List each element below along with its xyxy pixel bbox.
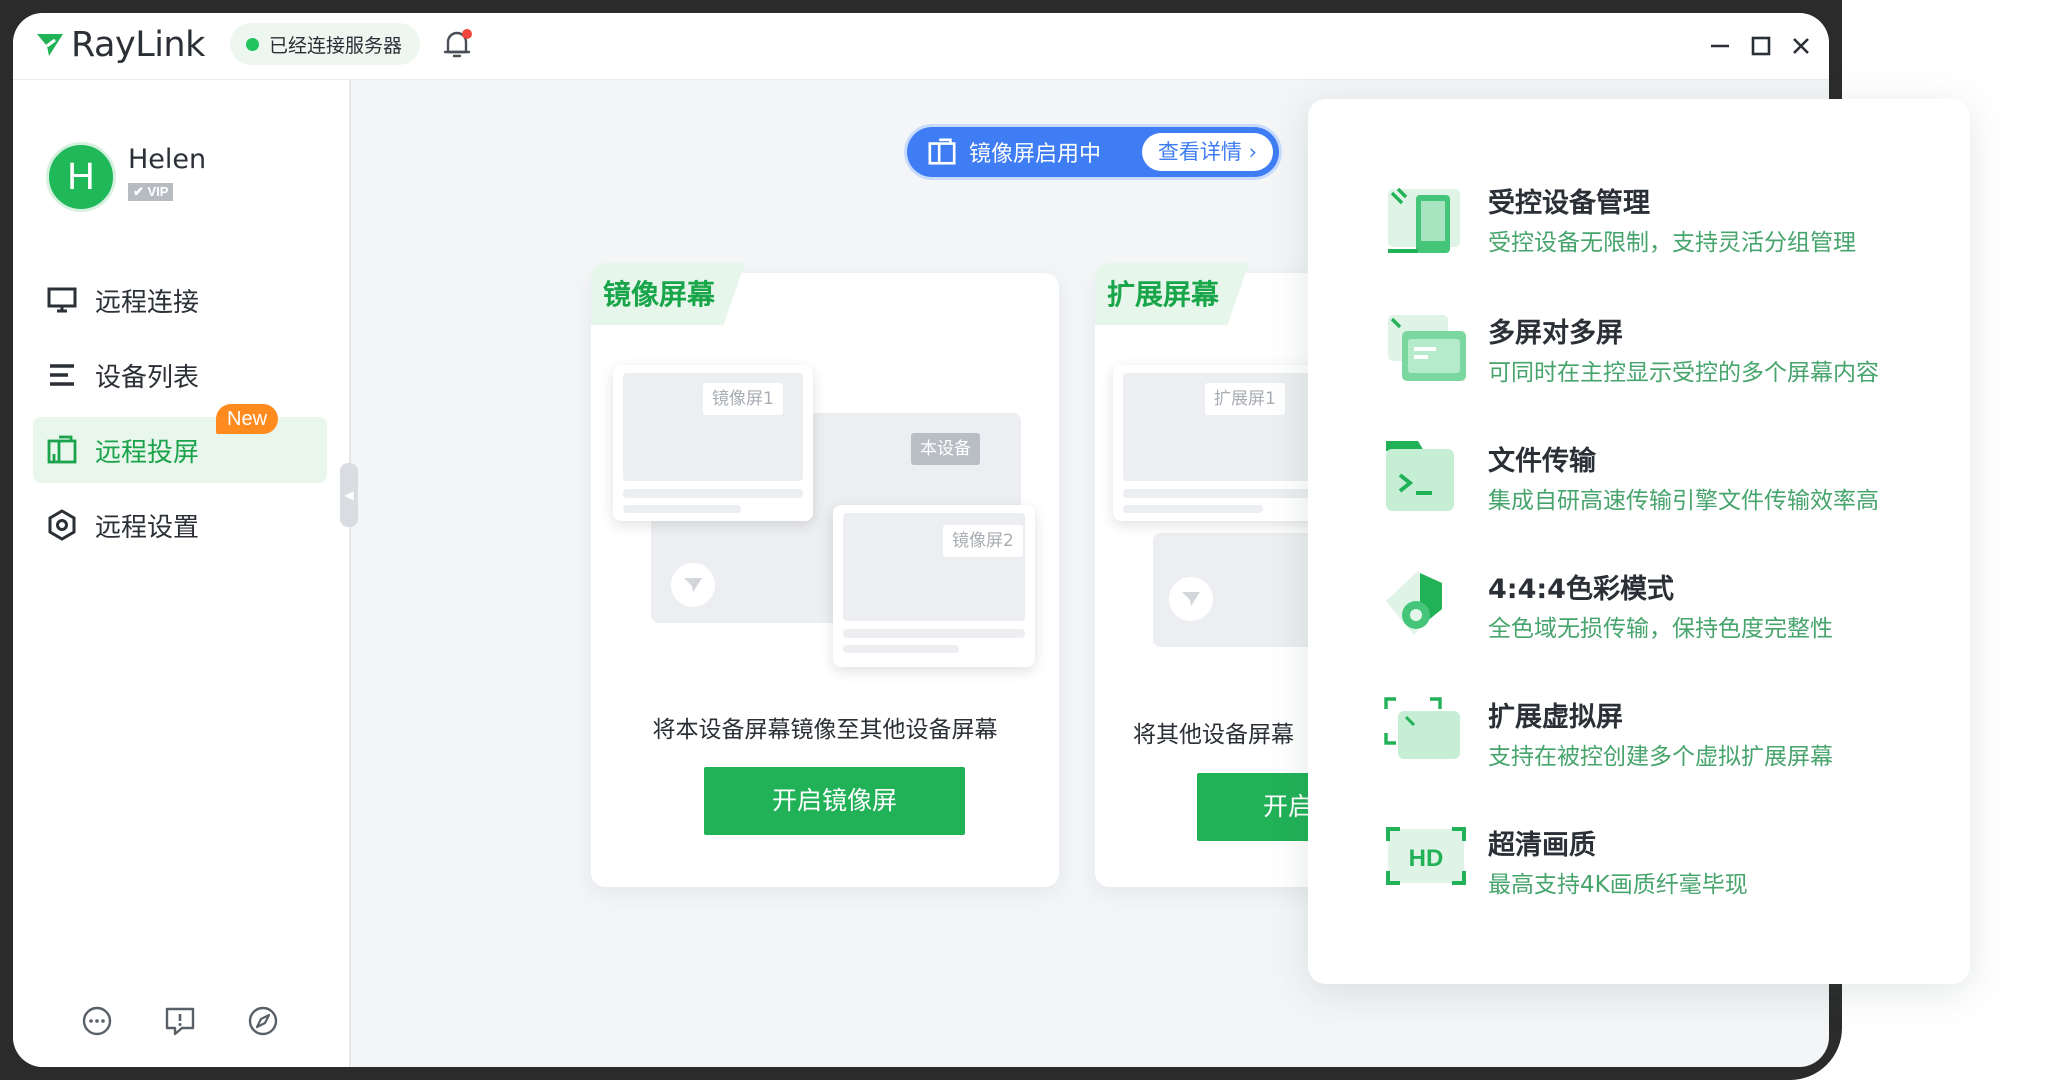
sidebar-item-label: 远程连接 (95, 287, 200, 318)
bell-icon[interactable] (439, 26, 475, 62)
feature-title: 扩展虚拟屏 (1488, 702, 1623, 733)
vip-label: VIP (147, 184, 169, 199)
sidebar-item-remote-settings[interactable]: 远程设置 (33, 492, 327, 558)
feature-desc: 可同时在主控显示受控的多个屏幕内容 (1488, 360, 1879, 386)
logo-text: RayLink (71, 25, 205, 65)
terminal-folder-icon (1386, 441, 1454, 511)
chevron-left-icon: ◀ (344, 488, 354, 502)
mirror-card-caption: 将本设备屏幕镜像至其他设备屏幕 (652, 717, 998, 743)
feedback-icon[interactable] (162, 1003, 198, 1039)
feature-panel: 受控设备管理 受控设备无限制，支持灵活分组管理 多屏对多屏 可同时在主控显示受控… (1308, 99, 1970, 984)
color-mode-icon (1386, 571, 1442, 635)
feature-desc: 最高支持4K画质纤毫毕现 (1488, 872, 1748, 898)
card-tab-extended: 扩展屏幕 (1095, 263, 1250, 325)
feature-item-color-mode: 4:4:4色彩模式 全色域无损传输，保持色度完整性 (1308, 565, 1970, 665)
minimize-icon[interactable] (1703, 29, 1737, 63)
feature-desc: 受控设备无限制，支持灵活分组管理 (1488, 230, 1856, 256)
multi-screen-icon (1388, 315, 1466, 381)
hd-icon: HD (1386, 827, 1466, 885)
sidebar-item-label: 远程投屏 (95, 437, 200, 468)
card-tab-mirror: 镜像屏幕 (591, 263, 746, 325)
new-badge: New (216, 404, 279, 434)
title-bar: RayLink 已经连接服务器 (13, 13, 1829, 80)
feature-title: 超清画质 (1488, 830, 1596, 861)
mirror-screen-1-label: 镜像屏1 (703, 383, 783, 415)
hd-icon-text: HD (1409, 845, 1444, 872)
raylink-logo: RayLink (35, 21, 205, 69)
sidebar-item-screen-cast[interactable]: 远程投屏 New (33, 404, 327, 483)
device-management-icon (1388, 187, 1460, 253)
avatar[interactable]: H (46, 142, 116, 212)
list-icon (45, 358, 79, 392)
sidebar-collapse-handle[interactable]: ◀ (340, 463, 358, 527)
mirror-status-banner: 镜像屏启用中 查看详情 › (907, 127, 1279, 177)
extended-screen-1-label: 扩展屏1 (1205, 383, 1285, 415)
feature-item-device-management: 受控设备管理 受控设备无限制，支持灵活分组管理 (1308, 179, 1970, 279)
feature-item-hd-quality: HD 超清画质 最高支持4K画质纤毫毕现 (1308, 821, 1970, 921)
sidebar-item-label: 设备列表 (95, 362, 200, 393)
maximize-icon[interactable] (1744, 29, 1778, 63)
feature-desc: 支持在被控创建多个虚拟扩展屏幕 (1488, 744, 1833, 770)
server-status-badge: 已经连接服务器 (230, 23, 421, 65)
feature-title: 文件传输 (1488, 446, 1596, 477)
feature-item-multi-screen: 多屏对多屏 可同时在主控显示受控的多个屏幕内容 (1308, 309, 1970, 409)
monitor-icon (45, 283, 79, 317)
view-details-button[interactable]: 查看详情 › (1141, 133, 1273, 171)
start-mirror-button[interactable]: 开启镜像屏 (704, 767, 965, 835)
sidebar: H Helen ✔ VIP 远程连接 设备列表 远程投屏 New 远程设置 (13, 80, 351, 1067)
view-details-label: 查看详情 (1157, 140, 1242, 164)
this-device-label: 本设备 (911, 433, 980, 465)
user-name: Helen (128, 144, 207, 175)
raylink-mark-icon (1169, 577, 1213, 621)
raylink-mark-icon (671, 563, 715, 607)
feature-title: 受控设备管理 (1488, 188, 1650, 219)
extended-card-caption: 将其他设备屏幕 (1133, 722, 1294, 748)
screen-cast-icon (45, 433, 79, 467)
chat-bubble-icon[interactable] (79, 1003, 115, 1039)
feature-item-virtual-screen: 扩展虚拟屏 支持在被控创建多个虚拟扩展屏幕 (1308, 693, 1970, 793)
sidebar-item-device-list[interactable]: 设备列表 (33, 342, 327, 408)
close-icon[interactable] (1784, 29, 1818, 63)
feature-title: 4:4:4色彩模式 (1488, 574, 1674, 605)
mirror-screen-2-label: 镜像屏2 (943, 525, 1023, 557)
feature-title: 多屏对多屏 (1488, 318, 1623, 349)
status-dot (246, 37, 259, 51)
raylink-logo-icon (37, 34, 63, 56)
vip-badge: ✔ VIP (128, 183, 174, 201)
mirror-screen-card: 镜像屏幕 本设备 镜像屏1 镜像屏2 将本设备屏幕镜像至其他设备屏幕 开启镜像屏 (591, 263, 1059, 887)
compass-icon[interactable] (245, 1003, 281, 1039)
feature-desc: 集成自研高速传输引擎文件传输效率高 (1488, 488, 1879, 514)
sidebar-item-remote-connect[interactable]: 远程连接 (33, 267, 327, 333)
screen-cast-icon (928, 138, 956, 165)
feature-item-file-transfer: 文件传输 集成自研高速传输引擎文件传输效率高 (1308, 437, 1970, 537)
chevron-right-icon: › (1248, 140, 1257, 164)
server-status-text: 已经连接服务器 (269, 34, 403, 57)
mirror-status-text: 镜像屏启用中 (969, 142, 1102, 167)
virtual-screen-icon (1384, 697, 1460, 759)
settings-hex-icon (45, 508, 79, 542)
sidebar-item-label: 远程设置 (95, 512, 200, 543)
feature-desc: 全色域无损传输，保持色度完整性 (1488, 616, 1833, 642)
